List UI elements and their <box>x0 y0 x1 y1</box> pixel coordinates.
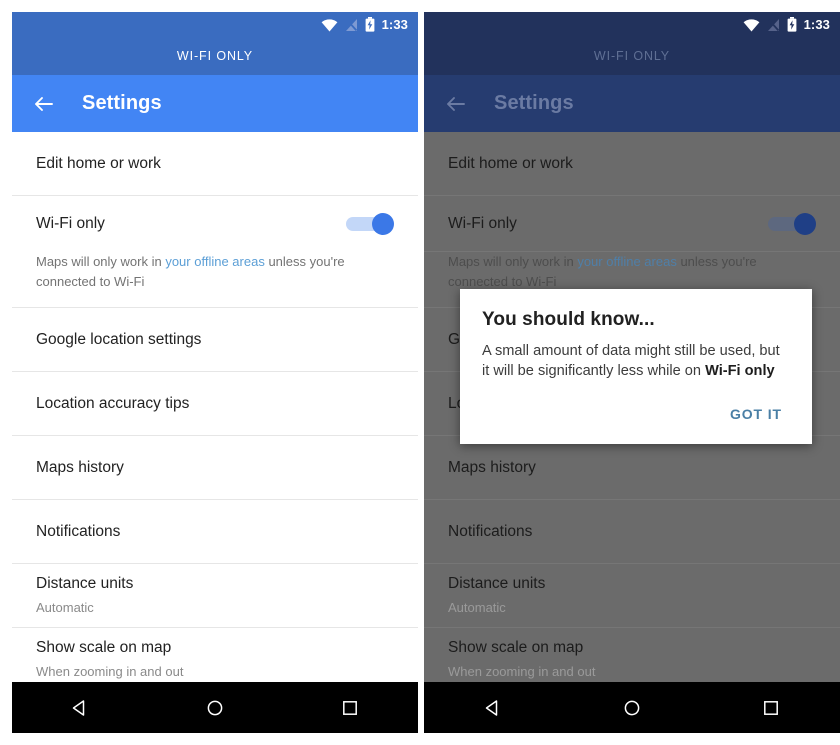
nav-recents-icon <box>763 700 778 715</box>
wifi-only-description-block: Maps will only work in your offline area… <box>12 252 418 308</box>
signal-off-icon <box>345 18 357 31</box>
page-title: Settings <box>82 92 162 114</box>
dialog-title: You should know... <box>482 309 655 330</box>
list-item-label: Wi-Fi only <box>448 214 517 232</box>
list-item-label: Notifications <box>448 522 533 540</box>
dialog-message-emphasis: Wi-Fi only <box>705 362 775 379</box>
list-item-sublabel: Automatic <box>36 600 94 616</box>
list-item-maps-history[interactable]: Maps history <box>12 436 418 500</box>
settings-list: Edit home or work Wi-Fi only Maps will o… <box>12 132 418 692</box>
nav-home-icon <box>624 700 640 715</box>
list-item-label: Show scale on map <box>36 639 172 657</box>
back-arrow-icon[interactable] <box>444 92 468 116</box>
list-item-label: Maps history <box>448 458 536 476</box>
page-title: Settings <box>494 92 574 114</box>
nav-home-icon <box>207 700 223 715</box>
list-item-label: Distance units <box>448 575 546 593</box>
screen-right: 1:33 WI-FI ONLY Settings Edit home or wo… <box>424 12 840 733</box>
offline-areas-link: your offline areas <box>577 254 677 269</box>
wifi-only-banner: WI-FI ONLY <box>12 37 418 75</box>
wifi-icon <box>321 18 337 31</box>
list-item-label: Distance units <box>36 575 134 593</box>
list-item-distance-units[interactable]: Distance units Automatic <box>12 564 418 628</box>
list-item-notifications: Notifications <box>424 500 840 564</box>
app-bar-dim: Settings <box>424 75 840 132</box>
screenshot-stage: 1:33 WI-FI ONLY Settings Edit home or wo… <box>0 0 840 745</box>
got-it-button[interactable]: GOT IT <box>718 400 790 428</box>
toggle-thumb <box>794 212 816 235</box>
list-item-label: Google location settings <box>36 330 202 348</box>
list-item-label: Edit home or work <box>36 154 161 172</box>
nav-home-button[interactable] <box>610 686 654 730</box>
list-item-label: Notifications <box>36 522 121 540</box>
app-bar: Settings <box>12 75 418 132</box>
nav-back-icon <box>72 699 84 716</box>
list-item-sublabel: When zooming in and out <box>36 664 184 680</box>
list-item-wifi-only: Wi-Fi only <box>424 196 840 252</box>
list-item-label: Show scale on map <box>448 639 584 657</box>
navigation-bar <box>424 682 840 733</box>
nav-back-icon <box>486 699 498 716</box>
status-bar: 1:33 <box>12 12 418 37</box>
screen-left: 1:33 WI-FI ONLY Settings Edit home or wo… <box>12 12 418 733</box>
wifi-icon <box>743 18 759 31</box>
phone-screen-normal: 1:33 WI-FI ONLY Settings Edit home or wo… <box>0 0 418 745</box>
battery-charging-icon <box>365 17 374 32</box>
wifi-only-toggle <box>768 212 816 235</box>
status-time: 1:33 <box>803 17 830 32</box>
nav-back-button[interactable] <box>58 686 102 730</box>
list-item-distance-units: Distance units Automatic <box>424 564 840 628</box>
list-item-wifi-only[interactable]: Wi-Fi only <box>12 196 418 252</box>
status-bar-dim: 1:33 <box>424 12 840 37</box>
back-arrow-icon[interactable] <box>32 92 56 116</box>
nav-recents-icon <box>343 700 358 715</box>
wifi-only-toggle[interactable] <box>346 213 394 235</box>
nav-home-button[interactable] <box>193 686 237 730</box>
wifi-only-banner-label: WI-FI ONLY <box>593 49 671 63</box>
list-item-edit-home-work: Edit home or work <box>424 132 840 196</box>
status-time: 1:33 <box>381 17 408 32</box>
list-item-edit-home-work[interactable]: Edit home or work <box>12 132 418 196</box>
offline-areas-link[interactable]: your offline areas <box>165 254 265 269</box>
desc-pre: Maps will only work in <box>36 254 166 269</box>
navigation-bar <box>12 682 418 733</box>
you-should-know-dialog: You should know... A small amount of dat… <box>460 289 812 444</box>
list-item-sublabel: When zooming in and out <box>448 664 596 680</box>
list-item-label: Edit home or work <box>448 154 573 172</box>
wifi-only-banner-dim: WI-FI ONLY <box>424 37 840 75</box>
list-item-notifications[interactable]: Notifications <box>12 500 418 564</box>
battery-charging-icon <box>787 17 796 32</box>
list-item-location-accuracy-tips[interactable]: Location accuracy tips <box>12 372 418 436</box>
nav-recents-button[interactable] <box>328 686 372 730</box>
list-item-label: Wi-Fi only <box>36 215 105 233</box>
list-item-label: Location accuracy tips <box>36 394 190 412</box>
nav-recents-button[interactable] <box>749 686 793 730</box>
nav-back-button[interactable] <box>471 686 515 730</box>
list-item-label: Maps history <box>36 458 124 476</box>
dialog-message: A small amount of data might still be us… <box>482 342 790 382</box>
signal-off-icon <box>767 18 779 31</box>
wifi-only-description: Maps will only work in your offline area… <box>12 252 418 307</box>
wifi-only-banner-label: WI-FI ONLY <box>176 49 254 63</box>
toggle-thumb <box>372 213 394 235</box>
desc-pre: Maps will only work in <box>448 254 578 269</box>
dialog-actions: GOT IT <box>482 400 790 436</box>
list-item-sublabel: Automatic <box>448 600 506 616</box>
phone-screen-dialog: 1:33 WI-FI ONLY Settings Edit home or wo… <box>424 0 840 745</box>
list-item-maps-history: Maps history <box>424 436 840 500</box>
list-item-google-location-settings[interactable]: Google location settings <box>12 308 418 372</box>
